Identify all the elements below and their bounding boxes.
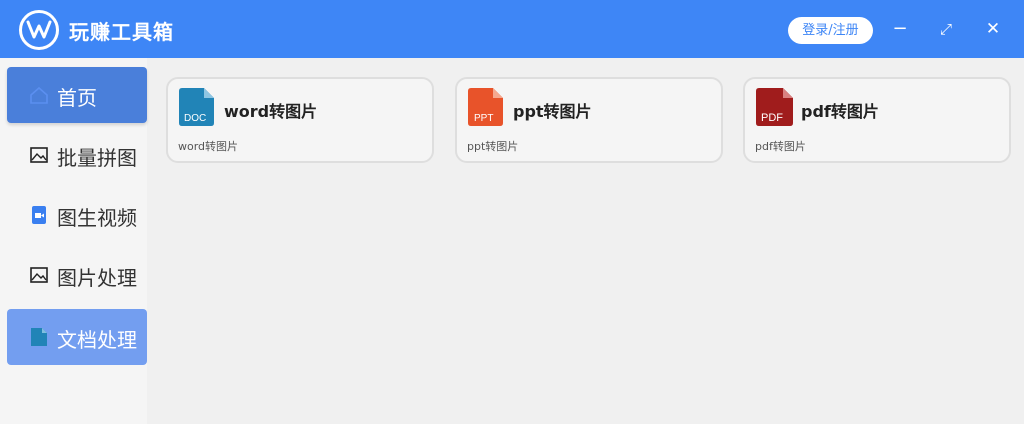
sidebar-item-label: 图生视频 xyxy=(57,206,137,230)
ppt-file-icon: PPT xyxy=(468,88,503,126)
card-description: word转图片 xyxy=(178,140,239,153)
doc-icon xyxy=(31,328,47,346)
home-icon xyxy=(30,86,48,104)
sidebar-item-document-processing[interactable]: 文档处理 xyxy=(7,309,147,365)
doc-file-icon: DOC xyxy=(179,88,214,126)
doc-badge: DOC xyxy=(184,113,206,124)
card-word-to-image[interactable]: DOC word转图片 word转图片 xyxy=(166,77,434,163)
card-description: pdf转图片 xyxy=(755,140,806,153)
card-title: word转图片 xyxy=(224,102,318,121)
video-icon xyxy=(32,206,46,224)
card-title: ppt转图片 xyxy=(513,102,592,121)
image-icon xyxy=(30,147,48,163)
close-button[interactable]: ✕ xyxy=(981,17,1005,41)
card-ppt-to-image[interactable]: PPT ppt转图片 ppt转图片 xyxy=(455,77,723,163)
pdf-badge: PDF xyxy=(761,112,783,124)
sidebar: 首页 批量拼图 图生视频 图片处理 文档处理 xyxy=(0,58,147,424)
app-logo-icon xyxy=(19,10,59,50)
image-icon xyxy=(30,267,48,283)
pdf-file-icon: PDF xyxy=(756,88,793,126)
minimize-button[interactable]: − xyxy=(888,17,912,41)
card-description: ppt转图片 xyxy=(467,140,519,153)
sidebar-item-label: 首页 xyxy=(57,86,97,110)
title-bar: 玩赚工具箱 登录/注册 − ⤢ ✕ xyxy=(0,0,1024,58)
app-title: 玩赚工具箱 xyxy=(69,20,174,44)
maximize-button[interactable]: ⤢ xyxy=(934,17,958,41)
login-register-button[interactable]: 登录/注册 xyxy=(788,17,873,44)
sidebar-item-label: 图片处理 xyxy=(57,266,137,290)
sidebar-item-label: 文档处理 xyxy=(57,328,137,352)
ppt-badge: PPT xyxy=(474,113,493,124)
sidebar-item-home[interactable]: 首页 xyxy=(7,67,147,123)
sidebar-item-image-processing[interactable]: 图片处理 xyxy=(7,247,147,303)
sidebar-item-batch-collage[interactable]: 批量拼图 xyxy=(7,127,147,183)
sidebar-item-label: 批量拼图 xyxy=(57,146,137,170)
sidebar-item-image-to-video[interactable]: 图生视频 xyxy=(7,187,147,243)
card-pdf-to-image[interactable]: PDF pdf转图片 pdf转图片 xyxy=(743,77,1011,163)
card-title: pdf转图片 xyxy=(801,102,879,121)
